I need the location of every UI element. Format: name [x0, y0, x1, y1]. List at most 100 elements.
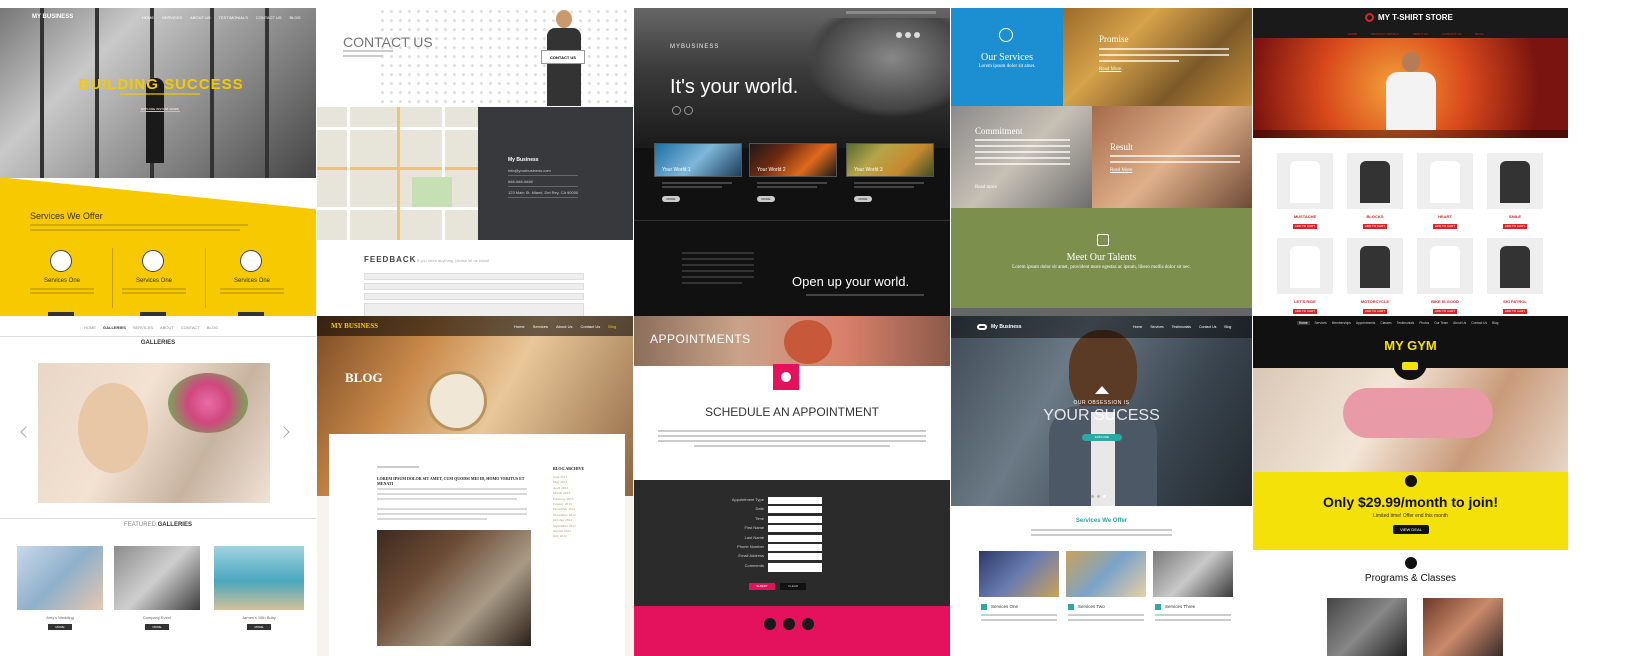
service-card[interactable]: Services Three [1153, 551, 1235, 651]
nav-testimonials[interactable]: TESTIMONIALS [219, 15, 248, 20]
nav-services[interactable]: Services [1150, 325, 1163, 329]
archive-item[interactable]: October 2012 [553, 518, 576, 522]
nav-home[interactable]: Home [1297, 321, 1310, 325]
archive-item[interactable]: December 2012 [553, 507, 576, 511]
next-arrow-icon[interactable] [278, 426, 290, 438]
service-card[interactable]: Services Two [1066, 551, 1148, 651]
nav-home[interactable]: HOME [1348, 32, 1357, 36]
archive-item[interactable]: August 2012 [553, 529, 576, 533]
carousel-dot[interactable] [1097, 495, 1100, 498]
add-to-cart-button[interactable]: ADD TO CART [1503, 309, 1527, 314]
hero-button[interactable]: EXPLORE INSTANT WORK [140, 106, 180, 112]
feedback-input[interactable] [364, 293, 584, 300]
crumb-home[interactable]: HOME [84, 325, 96, 330]
form-input[interactable] [768, 544, 822, 551]
feedback-input[interactable] [364, 283, 584, 290]
archive-item[interactable]: July 2012 [553, 534, 576, 538]
nav-blog[interactable]: BLOG [1475, 32, 1483, 36]
thumb-button[interactable]: MORE [247, 624, 271, 630]
form-input[interactable] [768, 525, 822, 533]
map[interactable] [317, 107, 478, 240]
nav-services[interactable]: Services [533, 324, 548, 329]
add-to-cart-button[interactable]: ADD TO CART [1433, 224, 1457, 229]
product-card[interactable]: LET'S RIDE ADD TO CART [1273, 238, 1333, 316]
template-blog[interactable]: MY BUSINESS Home Services About Us Conta… [317, 316, 633, 656]
product-card[interactable]: SKI PATROL ADD TO CART [1483, 238, 1543, 316]
form-input[interactable] [768, 506, 822, 514]
twitter-icon[interactable] [905, 32, 911, 38]
nav-memberships[interactable]: Memberships [1332, 321, 1351, 325]
nav-blog[interactable]: Blog [1492, 321, 1498, 325]
program-image[interactable] [1327, 598, 1407, 656]
logo[interactable]: MY BUSINESS [32, 14, 73, 20]
add-to-cart-button[interactable]: ADD TO CART [1363, 309, 1387, 314]
thumb-button[interactable]: MORE [145, 624, 169, 630]
nav-home[interactable]: Home [514, 324, 525, 329]
crumb-about[interactable]: ABOUT [160, 325, 174, 330]
world-card[interactable]: Your World 2 MORE [749, 143, 839, 223]
card-button[interactable]: MORE [757, 196, 775, 202]
archive-item[interactable]: June 2013 [553, 475, 576, 479]
program-image[interactable] [1423, 598, 1503, 656]
nav-home[interactable]: Home [1133, 325, 1142, 329]
carousel-dot[interactable] [1103, 495, 1106, 498]
world-card[interactable]: Your World 1 MORE [654, 143, 744, 223]
product-card[interactable]: BLOCKS ADD TO CART [1343, 153, 1403, 231]
promise-link[interactable]: Read More [1099, 67, 1121, 72]
add-to-cart-button[interactable]: ADD TO CART [1293, 224, 1317, 229]
nav-contact[interactable]: CONTACT US [256, 15, 282, 20]
submit-button[interactable]: SUBMIT [749, 583, 775, 590]
gallery-thumb[interactable]: James's 10th Bday MORE [214, 546, 304, 646]
feedback-textarea[interactable] [364, 303, 584, 316]
product-card[interactable]: SMILE ADD TO CART [1483, 153, 1543, 231]
carousel-dot[interactable] [1091, 495, 1094, 498]
nav-team[interactable]: Our Team [1434, 321, 1448, 325]
clear-button[interactable]: CLEAR [780, 583, 806, 590]
commitment-block[interactable]: Commitment Read more [951, 106, 1092, 208]
nav-testimonials[interactable]: Testimonials [1172, 325, 1191, 329]
nav-blog[interactable]: Blog [608, 324, 616, 329]
nav-contact[interactable]: Contact Us [1471, 321, 1487, 325]
form-input[interactable] [768, 553, 822, 561]
nav-product[interactable]: PRODUCT DETAILS [1371, 32, 1399, 36]
add-to-cart-button[interactable]: ADD TO CART [1433, 309, 1457, 314]
logo[interactable]: My Business [991, 324, 1022, 330]
archive-item[interactable]: November 2012 [553, 513, 576, 517]
archive-item[interactable]: February 2013 [553, 497, 576, 501]
facebook-icon[interactable] [764, 618, 776, 630]
form-input[interactable] [768, 515, 822, 523]
nav-contact[interactable]: Contact Us [1199, 325, 1216, 329]
result-block[interactable]: Result Read More [1092, 106, 1252, 208]
add-to-cart-button[interactable]: ADD TO CART [1363, 224, 1387, 229]
next-arrow-icon[interactable] [684, 106, 693, 115]
feedback-input[interactable] [364, 273, 584, 280]
template-tshirt-store[interactable]: MY T-SHIRT STORE HOME PRODUCT DETAILS AB… [1253, 8, 1568, 316]
prev-arrow-icon[interactable] [20, 426, 32, 438]
nav-classes[interactable]: Classes [1380, 321, 1391, 325]
template-appointments[interactable]: APPOINTMENTS SCHEDULE AN APPOINTMENT App… [634, 316, 950, 656]
nav-about[interactable]: About Us [556, 324, 572, 329]
add-to-cart-button[interactable]: ADD TO CART [1293, 309, 1317, 314]
nav-about[interactable]: About Us [1453, 321, 1466, 325]
template-services-mosaic[interactable]: Our Services Lorem ipsum dolor sit amet.… [951, 8, 1252, 316]
nav-services[interactable]: Services [1315, 321, 1327, 325]
nav-contact[interactable]: Contact Us [580, 324, 600, 329]
template-contact-us[interactable]: CONTACT US CONTACT US My Business info@y… [317, 8, 633, 316]
template-business-yellow[interactable]: MY BUSINESS HOME SERVICES ABOUT US TESTI… [0, 8, 316, 316]
card-button[interactable]: MORE [662, 196, 680, 202]
nav-appointments[interactable]: Appointments [1356, 321, 1376, 325]
archive-item[interactable]: January 2013 [553, 502, 576, 506]
archive-item[interactable]: March 2013 [553, 491, 576, 495]
hero-button[interactable]: EXPLORE [1082, 434, 1122, 441]
nav-testimonials[interactable]: Testimonials [1397, 321, 1415, 325]
service-card[interactable]: Services One [979, 551, 1061, 651]
gallery-image[interactable] [38, 363, 270, 503]
facebook-icon[interactable] [896, 32, 902, 38]
nav-blog[interactable]: BLOG [290, 15, 301, 20]
template-my-gym[interactable]: Home Services Memberships Appointments C… [1253, 316, 1568, 656]
logo[interactable]: MY BUSINESS [331, 322, 378, 330]
nav-contact[interactable]: CONTACT US [1442, 32, 1461, 36]
form-textarea[interactable] [768, 562, 822, 572]
commitment-link[interactable]: Read more [975, 185, 997, 190]
nav-blog[interactable]: Blog [1224, 325, 1231, 329]
